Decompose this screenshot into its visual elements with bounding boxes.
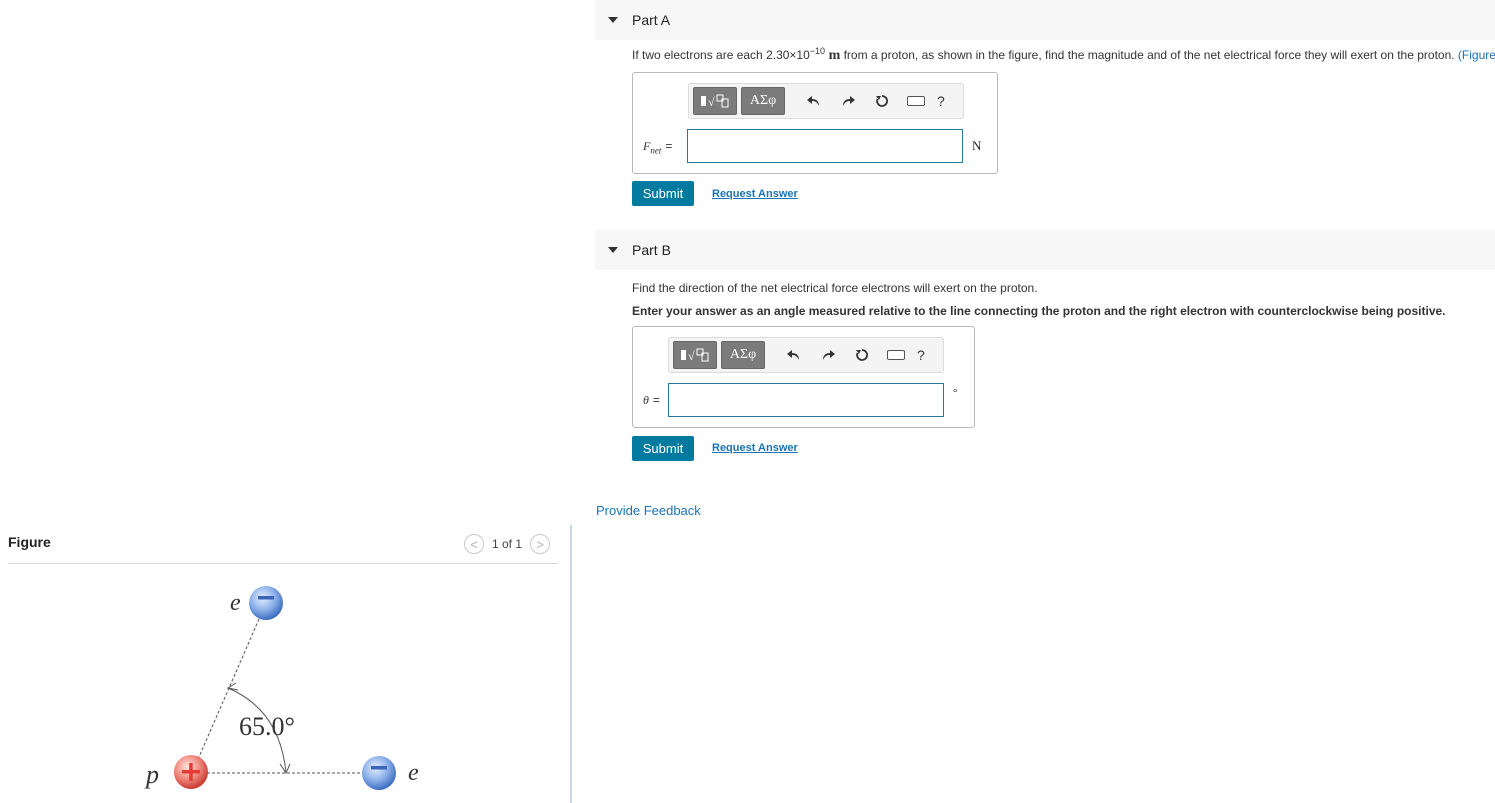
redo-icon[interactable] xyxy=(835,88,861,114)
provide-feedback-link[interactable]: Provide Feedback xyxy=(596,503,701,518)
collapse-caret-icon xyxy=(608,247,618,253)
templates-icon[interactable]: √ xyxy=(673,341,717,369)
minus-sign xyxy=(371,766,387,770)
greek-symbols-icon[interactable]: ΑΣφ xyxy=(721,341,765,369)
theta-input[interactable] xyxy=(668,383,944,417)
templates-icon[interactable]: √ xyxy=(693,87,737,115)
redo-icon[interactable] xyxy=(815,342,841,368)
unit-label: N xyxy=(972,138,982,153)
undo-icon[interactable] xyxy=(801,88,827,114)
right-electron-icon xyxy=(362,756,396,790)
right-electron-label: e xyxy=(408,760,419,786)
reset-icon[interactable] xyxy=(869,88,895,114)
next-figure-button[interactable]: > xyxy=(530,534,551,554)
undo-icon[interactable] xyxy=(781,342,807,368)
prev-figure-button[interactable]: < xyxy=(464,534,484,554)
request-answer-link[interactable]: Request Answer xyxy=(712,442,798,454)
part-a-question: If two electrons are each 2.30×10−10 m f… xyxy=(632,46,1495,64)
proton-label: p xyxy=(144,760,159,789)
greek-symbols-icon[interactable]: ΑΣφ xyxy=(741,87,785,115)
plus-sign-v xyxy=(189,763,193,781)
keyboard-icon[interactable] xyxy=(883,342,909,368)
top-electron-icon xyxy=(249,586,283,620)
angle-label: 65.0° xyxy=(239,712,295,741)
math-toolbar: √ ΑΣφ ? xyxy=(668,337,944,373)
figure-panel: Figure < 1 of 1 > 65.0° p e e xyxy=(0,525,570,803)
minus-sign xyxy=(258,596,274,600)
keyboard-icon[interactable] xyxy=(903,88,929,114)
figure-divider xyxy=(8,563,558,564)
math-toolbar: √ ΑΣφ ? xyxy=(688,83,964,119)
part-a-answer-box: √ ΑΣφ ? Fnet = N xyxy=(632,72,998,174)
part-b-title: Part B xyxy=(632,242,671,258)
help-icon[interactable]: ? xyxy=(937,93,945,109)
part-b-header[interactable]: Part B xyxy=(595,230,1495,270)
svg-text:√: √ xyxy=(708,95,715,109)
svg-text:√: √ xyxy=(688,349,695,363)
submit-button[interactable]: Submit xyxy=(632,181,694,206)
figure-pager: < 1 of 1 > xyxy=(464,534,551,554)
fnet-label: Fnet = xyxy=(643,139,673,156)
collapse-caret-icon xyxy=(608,17,618,23)
top-electron-label: e xyxy=(230,590,241,616)
theta-label: θ = xyxy=(643,393,660,407)
reset-icon[interactable] xyxy=(849,342,875,368)
figure-link[interactable]: (Figure 1) xyxy=(1458,48,1495,62)
help-icon[interactable]: ? xyxy=(917,347,925,363)
part-a-header[interactable]: Part A xyxy=(595,0,1495,40)
panel-divider xyxy=(570,525,572,803)
figure-title: Figure xyxy=(8,534,51,550)
part-b-answer-box: √ ΑΣφ ? θ = ° xyxy=(632,326,975,428)
request-answer-link[interactable]: Request Answer xyxy=(712,188,798,200)
part-b-instructions: Enter your answer as an angle measured r… xyxy=(632,304,1446,318)
charge-diagram: 65.0° p e e xyxy=(144,586,419,790)
submit-button[interactable]: Submit xyxy=(632,436,694,461)
figure-page-count: 1 of 1 xyxy=(492,537,523,551)
degree-unit-label: ° xyxy=(953,387,958,399)
part-b-question: Find the direction of the net electrical… xyxy=(632,281,1038,295)
fnet-input[interactable] xyxy=(687,129,963,163)
part-a-title: Part A xyxy=(632,12,671,28)
